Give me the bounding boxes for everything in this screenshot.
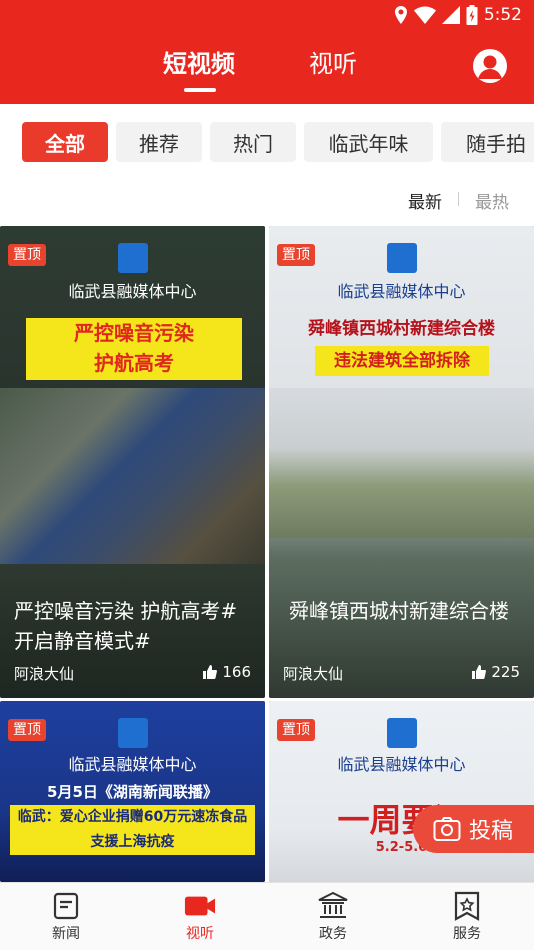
video-thumbnail [269, 388, 534, 538]
video-card[interactable]: 置顶 临武县融媒体中心 5月5日《湖南新闻联播》 临武：爱心企业捐赠60万元速冻… [0, 701, 265, 882]
pinned-badge: 置顶 [8, 244, 46, 266]
status-time: 5:52 [483, 5, 522, 25]
org-name: 临武县融媒体中心 [68, 282, 197, 301]
submit-button[interactable]: 投稿 [413, 805, 534, 853]
chip-all[interactable]: 全部 [22, 122, 108, 162]
government-icon [318, 891, 348, 918]
nav-audio-visual[interactable]: 视听 [155, 883, 245, 950]
battery-icon [466, 5, 478, 25]
nav-government[interactable]: 政务 [288, 883, 378, 950]
video-thumbnail [0, 388, 265, 564]
video-banner: 违法建筑全部拆除 [315, 346, 489, 376]
video-headline: 舜峰镇西城村新建综合楼 [308, 319, 495, 339]
sort-latest[interactable]: 最新 [408, 188, 442, 213]
media-logo-icon [387, 718, 417, 748]
service-icon [454, 891, 480, 921]
nav-service[interactable]: 服务 [422, 883, 512, 950]
thumbs-up-icon [203, 665, 218, 679]
pinned-badge: 置顶 [8, 719, 46, 741]
pinned-badge: 置顶 [277, 719, 315, 741]
org-name: 临武县融媒体中心 [337, 755, 466, 774]
tab-short-video[interactable]: 短视频 [163, 44, 235, 79]
org-name: 临武县融媒体中心 [68, 755, 197, 774]
chip-linwu-new-year[interactable]: 临武年味 [304, 122, 433, 162]
chip-snapshot[interactable]: 随手拍 [441, 122, 534, 162]
video-card[interactable]: 置顶 临武县融媒体中心 舜峰镇西城村新建综合楼 违法建筑全部拆除 舜峰镇西城村新… [269, 226, 534, 698]
card-author: 阿浪大仙 [14, 665, 75, 683]
video-camera-icon [184, 896, 216, 916]
chip-hot[interactable]: 热门 [210, 122, 296, 162]
org-name: 临武县融媒体中心 [337, 282, 466, 301]
tab-audio-visual[interactable]: 视听 [309, 44, 357, 79]
user-icon [478, 55, 502, 79]
video-banner: 临武：爱心企业捐赠60万元速冻食品 支援上海抗疫 [10, 805, 255, 855]
card-title: 舜峰镇西城村新建综合楼 [289, 599, 509, 623]
active-tab-indicator [184, 88, 216, 92]
thumbs-up-icon [472, 665, 487, 679]
bottom-nav: 新闻 视听 政务 服务 [0, 882, 534, 950]
wifi-icon [413, 6, 436, 24]
sort-hottest[interactable]: 最热 [475, 188, 509, 213]
like-count[interactable]: 225 [472, 663, 520, 681]
signal-icon [441, 6, 460, 24]
sort-divider [458, 192, 459, 206]
video-card[interactable]: 置顶 临武县融媒体中心 一周要闻 5.2-5.6 [269, 701, 534, 882]
camera-icon [433, 817, 461, 841]
submit-button-label: 投稿 [469, 819, 514, 844]
nav-news[interactable]: 新闻 [21, 883, 111, 950]
pinned-badge: 置顶 [277, 244, 315, 266]
app-header: 5:52 短视频 视听 [0, 0, 534, 104]
video-card[interactable]: 置顶 临武县融媒体中心 严控噪音污染 护航高考 严控噪音污染 护航高考# 开启静… [0, 226, 265, 698]
media-logo-icon [118, 243, 148, 273]
status-bar: 5:52 [394, 4, 522, 26]
like-count[interactable]: 166 [203, 663, 251, 681]
user-avatar-button[interactable] [473, 49, 507, 83]
card-author: 阿浪大仙 [283, 665, 344, 683]
category-chips: 全部 推荐 热门 临武年味 随手拍 [0, 120, 534, 166]
location-icon [394, 6, 407, 24]
video-banner: 严控噪音污染 护航高考 [26, 318, 242, 380]
chip-recommend[interactable]: 推荐 [116, 122, 202, 162]
news-icon [53, 892, 79, 920]
media-logo-icon [118, 718, 148, 748]
media-logo-icon [387, 243, 417, 273]
card-title: 严控噪音污染 护航高考# 开启静音模式# [14, 599, 238, 653]
video-subhead: 5月5日《湖南新闻联播》 [47, 783, 218, 801]
